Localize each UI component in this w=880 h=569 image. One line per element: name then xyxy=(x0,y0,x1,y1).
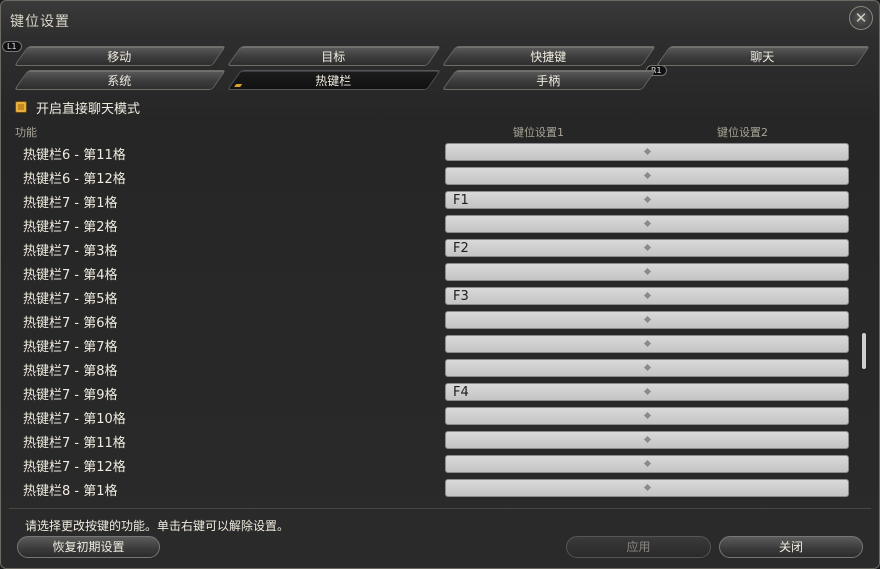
key-slot[interactable]: F2 xyxy=(445,239,849,257)
diamond-divider-icon xyxy=(643,291,652,300)
table-row[interactable]: 热键栏8 - 第1格 xyxy=(1,477,861,501)
row-label: 热键栏7 - 第9格 xyxy=(23,388,118,403)
key-slot[interactable] xyxy=(445,215,849,233)
diamond-divider-icon xyxy=(643,363,652,372)
key-slot[interactable]: F4 xyxy=(445,383,849,401)
table-row[interactable]: 热键栏7 - 第4格 xyxy=(1,261,861,285)
table-row[interactable]: 热键栏7 - 第9格 F4 xyxy=(1,381,861,405)
row-label: 热键栏7 - 第11格 xyxy=(23,436,126,451)
direct-chat-label: 开启直接聊天模式 xyxy=(36,102,141,117)
apply-button[interactable]: 应用 xyxy=(566,536,711,558)
table-row[interactable]: 热键栏7 - 第6格 xyxy=(1,309,861,333)
scrollbar-thumb[interactable] xyxy=(862,333,866,369)
diamond-divider-icon xyxy=(643,435,652,444)
key-slot[interactable] xyxy=(445,263,849,281)
key-slot[interactable] xyxy=(445,311,849,329)
row-label: 热键栏7 - 第8格 xyxy=(23,364,118,379)
key-slot[interactable] xyxy=(445,359,849,377)
tab-system[interactable]: 系统 xyxy=(13,70,227,90)
diamond-divider-icon xyxy=(643,315,652,324)
table-row[interactable]: 热键栏6 - 第12格 xyxy=(1,165,861,189)
reset-defaults-button[interactable]: 恢复初期设置 xyxy=(17,536,160,558)
window-title: 键位设置 xyxy=(10,14,70,30)
column-header-key1: 键位设置1 xyxy=(513,126,564,139)
table-row[interactable]: 热键栏7 - 第12格 xyxy=(1,453,861,477)
row-label: 热键栏6 - 第12格 xyxy=(23,172,126,187)
tab-hotbar[interactable]: 热键栏 xyxy=(226,70,442,90)
row-label: 热键栏7 - 第4格 xyxy=(23,268,118,283)
l1-badge: L1 xyxy=(2,41,22,52)
key-value: F3 xyxy=(453,289,469,304)
key-slot[interactable]: F1 xyxy=(445,191,849,209)
diamond-divider-icon xyxy=(643,267,652,276)
table-row[interactable]: 热键栏7 - 第8格 xyxy=(1,357,861,381)
row-label: 热键栏7 - 第3格 xyxy=(23,244,118,259)
close-x-icon[interactable]: ✕ xyxy=(849,6,873,30)
row-label: 热键栏7 - 第6格 xyxy=(23,316,118,331)
diamond-divider-icon xyxy=(643,195,652,204)
hint-text: 请选择更改按键的功能。单击右键可以解除设置。 xyxy=(25,519,290,533)
column-header-key2: 键位设置2 xyxy=(717,126,768,139)
key-slot[interactable] xyxy=(445,431,849,449)
row-label: 热键栏7 - 第10格 xyxy=(23,412,126,427)
row-label: 热键栏6 - 第11格 xyxy=(23,148,126,163)
direct-chat-checkbox[interactable] xyxy=(15,101,27,113)
table-row[interactable]: 热键栏7 - 第3格 F2 xyxy=(1,237,861,261)
close-button[interactable]: 关闭 xyxy=(719,536,863,558)
diamond-divider-icon xyxy=(643,339,652,348)
tab-move[interactable]: 移动 xyxy=(13,46,227,66)
diamond-divider-icon xyxy=(643,459,652,468)
row-label: 热键栏7 - 第5格 xyxy=(23,292,118,307)
tab-shortcut[interactable]: 快捷键 xyxy=(441,46,657,66)
key-value: F2 xyxy=(453,241,469,256)
tab-target[interactable]: 目标 xyxy=(226,46,442,66)
diamond-divider-icon xyxy=(643,147,652,156)
tab-chat[interactable]: 聊天 xyxy=(655,46,871,66)
keybind-settings-window: 键位设置 ✕ L1 R1 移动 目标 快捷键 聊天 系统 热键栏 手柄 开启直接… xyxy=(0,0,880,569)
row-label: 热键栏7 - 第12格 xyxy=(23,460,126,475)
tab-gamepad[interactable]: 手柄 xyxy=(441,70,657,90)
table-row[interactable]: 热键栏7 - 第10格 xyxy=(1,405,861,429)
key-slot[interactable] xyxy=(445,455,849,473)
diamond-divider-icon xyxy=(643,387,652,396)
title-bar[interactable]: 键位设置 ✕ xyxy=(1,1,879,39)
diamond-divider-icon xyxy=(643,243,652,252)
key-slot[interactable] xyxy=(445,167,849,185)
key-slot[interactable] xyxy=(445,407,849,425)
key-value: F4 xyxy=(453,385,469,400)
table-row[interactable]: 热键栏7 - 第2格 xyxy=(1,213,861,237)
key-slot[interactable] xyxy=(445,335,849,353)
diamond-divider-icon xyxy=(643,171,652,180)
diamond-divider-icon xyxy=(643,219,652,228)
column-header-function: 功能 xyxy=(15,126,37,139)
table-row[interactable]: 热键栏6 - 第11格 xyxy=(1,141,861,165)
table-row[interactable]: 热键栏7 - 第5格 F3 xyxy=(1,285,861,309)
table-row[interactable]: 热键栏7 - 第1格 F1 xyxy=(1,189,861,213)
key-slot[interactable]: F3 xyxy=(445,287,849,305)
key-slot[interactable] xyxy=(445,143,849,161)
divider xyxy=(9,508,871,509)
diamond-divider-icon xyxy=(643,483,652,492)
diamond-divider-icon xyxy=(643,411,652,420)
row-label: 热键栏7 - 第7格 xyxy=(23,340,118,355)
key-value: F1 xyxy=(453,193,469,208)
table-row[interactable]: 热键栏7 - 第11格 xyxy=(1,429,861,453)
key-slot[interactable] xyxy=(445,479,849,497)
table-row[interactable]: 热键栏7 - 第7格 xyxy=(1,333,861,357)
row-label: 热键栏7 - 第2格 xyxy=(23,220,118,235)
row-label: 热键栏7 - 第1格 xyxy=(23,196,118,211)
row-label: 热键栏8 - 第1格 xyxy=(23,484,118,499)
